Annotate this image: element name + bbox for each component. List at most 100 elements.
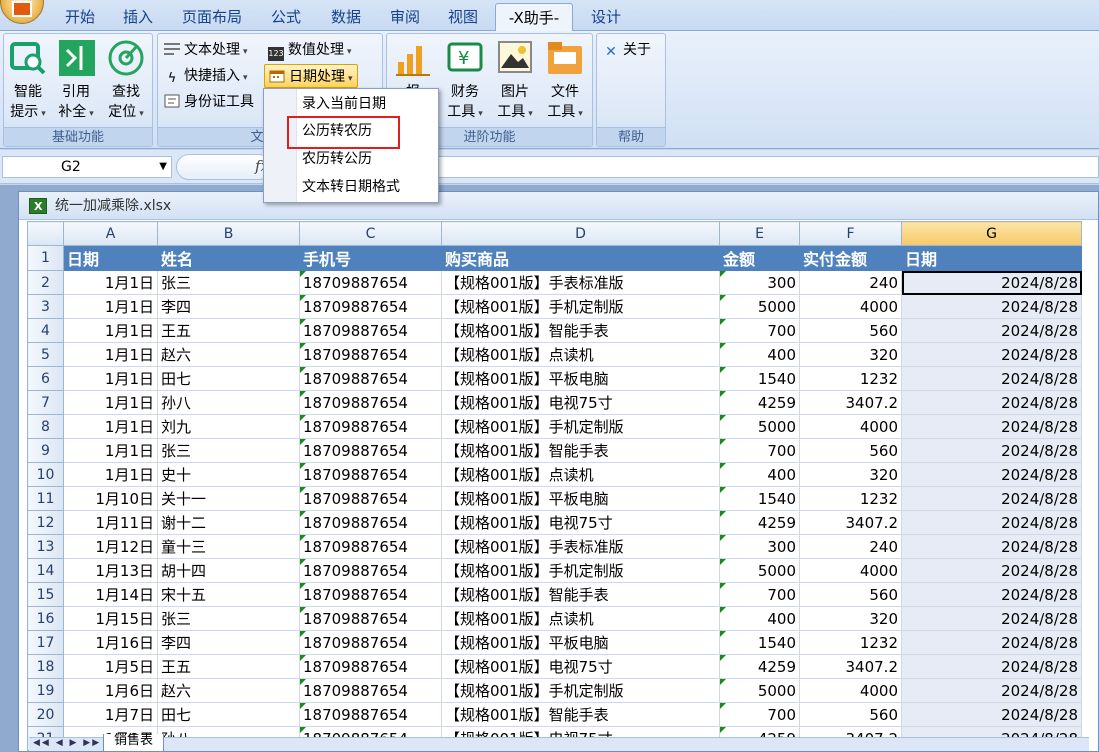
cell-amount[interactable]: 700	[719, 438, 800, 463]
cell-paid-amount[interactable]: 1232	[799, 630, 902, 655]
row-header[interactable]: 4	[27, 318, 64, 343]
cell-name[interactable]: 张三	[157, 606, 300, 631]
cell-phone[interactable]: 18709887654	[299, 414, 442, 439]
sheet-nav-arrows[interactable]: ◀◀ ◀ ▶ ▶▶	[33, 738, 101, 748]
column-header[interactable]: F	[799, 221, 902, 246]
header-cell[interactable]: 日期	[901, 245, 1082, 271]
cell-amount[interactable]: 300	[719, 270, 800, 295]
cell-product[interactable]: 【规格001版】智能手表	[441, 438, 720, 463]
cell-phone[interactable]: 18709887654	[299, 534, 442, 559]
cell-date[interactable]: 1月15日	[63, 606, 158, 631]
cell-date[interactable]: 1月1日	[63, 438, 158, 463]
cell-date-g[interactable]: 2024/8/28	[901, 702, 1082, 727]
cell-amount[interactable]: 400	[719, 606, 800, 631]
find-locate-button[interactable]: 查找 定位 ▾	[102, 38, 150, 124]
cell-date[interactable]: 1月1日	[63, 270, 158, 295]
row-header[interactable]: 11	[27, 486, 64, 511]
row-header[interactable]: 3	[27, 294, 64, 319]
cell-paid-amount[interactable]: 4000	[799, 294, 902, 319]
column-header-selected[interactable]: G	[901, 221, 1082, 246]
cell-date[interactable]: 1月1日	[63, 342, 158, 367]
cell-product[interactable]: 【规格001版】点读机	[441, 342, 720, 367]
cell-phone[interactable]: 18709887654	[299, 582, 442, 607]
cell-phone[interactable]: 18709887654	[299, 270, 442, 295]
cell-date[interactable]: 1月1日	[63, 462, 158, 487]
cell-name[interactable]: 李四	[157, 630, 300, 655]
row-header[interactable]: 1	[27, 245, 64, 271]
cell-amount[interactable]: 1540	[719, 486, 800, 511]
cell-paid-amount[interactable]: 3407.2	[799, 654, 902, 679]
row-header[interactable]: 10	[27, 462, 64, 487]
cell-date[interactable]: 1月7日	[63, 702, 158, 727]
cell-product[interactable]: 【规格001版】点读机	[441, 462, 720, 487]
cell-name[interactable]: 李四	[157, 294, 300, 319]
cell-date-g[interactable]: 2024/8/28	[901, 366, 1082, 391]
cell-amount[interactable]: 700	[719, 582, 800, 607]
file-tool-button[interactable]: 文件 工具 ▾	[541, 38, 589, 124]
cell-paid-amount[interactable]: 4000	[799, 558, 902, 583]
cell-amount[interactable]: 1540	[719, 630, 800, 655]
row-header[interactable]: 20	[27, 702, 64, 727]
cell-date[interactable]: 1月1日	[63, 414, 158, 439]
cell-paid-amount[interactable]: 4000	[799, 414, 902, 439]
cell-name[interactable]: 王五	[157, 318, 300, 343]
cell-paid-amount[interactable]: 560	[799, 318, 902, 343]
cell-date-g[interactable]: 2024/8/28	[901, 678, 1082, 703]
header-cell[interactable]: 日期	[63, 245, 158, 271]
tab-view[interactable]: 视图	[437, 3, 489, 31]
cell-name[interactable]: 田七	[157, 366, 300, 391]
cell-amount[interactable]: 5000	[719, 294, 800, 319]
header-cell[interactable]: 金额	[719, 245, 800, 271]
cell-date-g[interactable]: 2024/8/28	[901, 582, 1082, 607]
cell-date-g[interactable]: 2024/8/28	[901, 270, 1082, 295]
cell-date-g[interactable]: 2024/8/28	[901, 510, 1082, 535]
cell-product[interactable]: 【规格001版】电视75寸	[441, 390, 720, 415]
column-header[interactable]: A	[63, 221, 158, 246]
cell-phone[interactable]: 18709887654	[299, 294, 442, 319]
cell-amount[interactable]: 5000	[719, 678, 800, 703]
ref-complete-button[interactable]: 引用 补全 ▾	[54, 38, 98, 124]
tab-design[interactable]: 设计	[580, 3, 632, 31]
number-process-button[interactable]: 123 数值处理 ▾	[268, 38, 352, 62]
cell-phone[interactable]: 18709887654	[299, 510, 442, 535]
cell-product[interactable]: 【规格001版】手表标准版	[441, 534, 720, 559]
cell-paid-amount[interactable]: 1232	[799, 366, 902, 391]
cell-name[interactable]: 田七	[157, 702, 300, 727]
cell-name[interactable]: 张三	[157, 270, 300, 295]
cell-name[interactable]: 宋十五	[157, 582, 300, 607]
finance-tool-button[interactable]: ¥ 财务 工具 ▾	[441, 38, 489, 124]
cell-paid-amount[interactable]: 320	[799, 342, 902, 367]
cell-phone[interactable]: 18709887654	[299, 342, 442, 367]
select-all-corner[interactable]	[27, 221, 64, 246]
cell-product[interactable]: 【规格001版】智能手表	[441, 318, 720, 343]
tab-data[interactable]: 数据	[320, 3, 372, 31]
cell-name[interactable]: 孙八	[157, 390, 300, 415]
menu-item-text-to-date[interactable]: 文本转日期格式	[302, 175, 400, 199]
row-header[interactable]: 7	[27, 390, 64, 415]
cell-phone[interactable]: 18709887654	[299, 702, 442, 727]
menu-item-lunar-to-solar[interactable]: 农历转公历	[302, 147, 372, 171]
cell-name[interactable]: 胡十四	[157, 558, 300, 583]
cell-phone[interactable]: 18709887654	[299, 318, 442, 343]
cell-phone[interactable]: 18709887654	[299, 486, 442, 511]
cell-date[interactable]: 1月13日	[63, 558, 158, 583]
sheet-tab[interactable]: 销售表	[103, 734, 165, 752]
tab-insert[interactable]: 插入	[110, 3, 166, 31]
row-header[interactable]: 13	[27, 534, 64, 559]
cell-product[interactable]: 【规格001版】点读机	[441, 606, 720, 631]
id-card-tool-button[interactable]: 身份证工具	[164, 90, 254, 114]
cell-amount[interactable]: 400	[719, 462, 800, 487]
cell-product[interactable]: 【规格001版】平板电脑	[441, 366, 720, 391]
about-button[interactable]: ✕ 关于	[603, 38, 651, 62]
cell-date-g[interactable]: 2024/8/28	[901, 630, 1082, 655]
cell-amount[interactable]: 300	[719, 534, 800, 559]
column-header[interactable]: E	[719, 221, 800, 246]
cell-product[interactable]: 【规格001版】智能手表	[441, 702, 720, 727]
cell-date-g[interactable]: 2024/8/28	[901, 486, 1082, 511]
cell-date-g[interactable]: 2024/8/28	[901, 462, 1082, 487]
tab-formulas[interactable]: 公式	[260, 3, 312, 31]
cell-product[interactable]: 【规格001版】平板电脑	[441, 486, 720, 511]
cell-name[interactable]: 刘九	[157, 414, 300, 439]
cell-date-g[interactable]: 2024/8/28	[901, 318, 1082, 343]
row-header[interactable]: 18	[27, 654, 64, 679]
